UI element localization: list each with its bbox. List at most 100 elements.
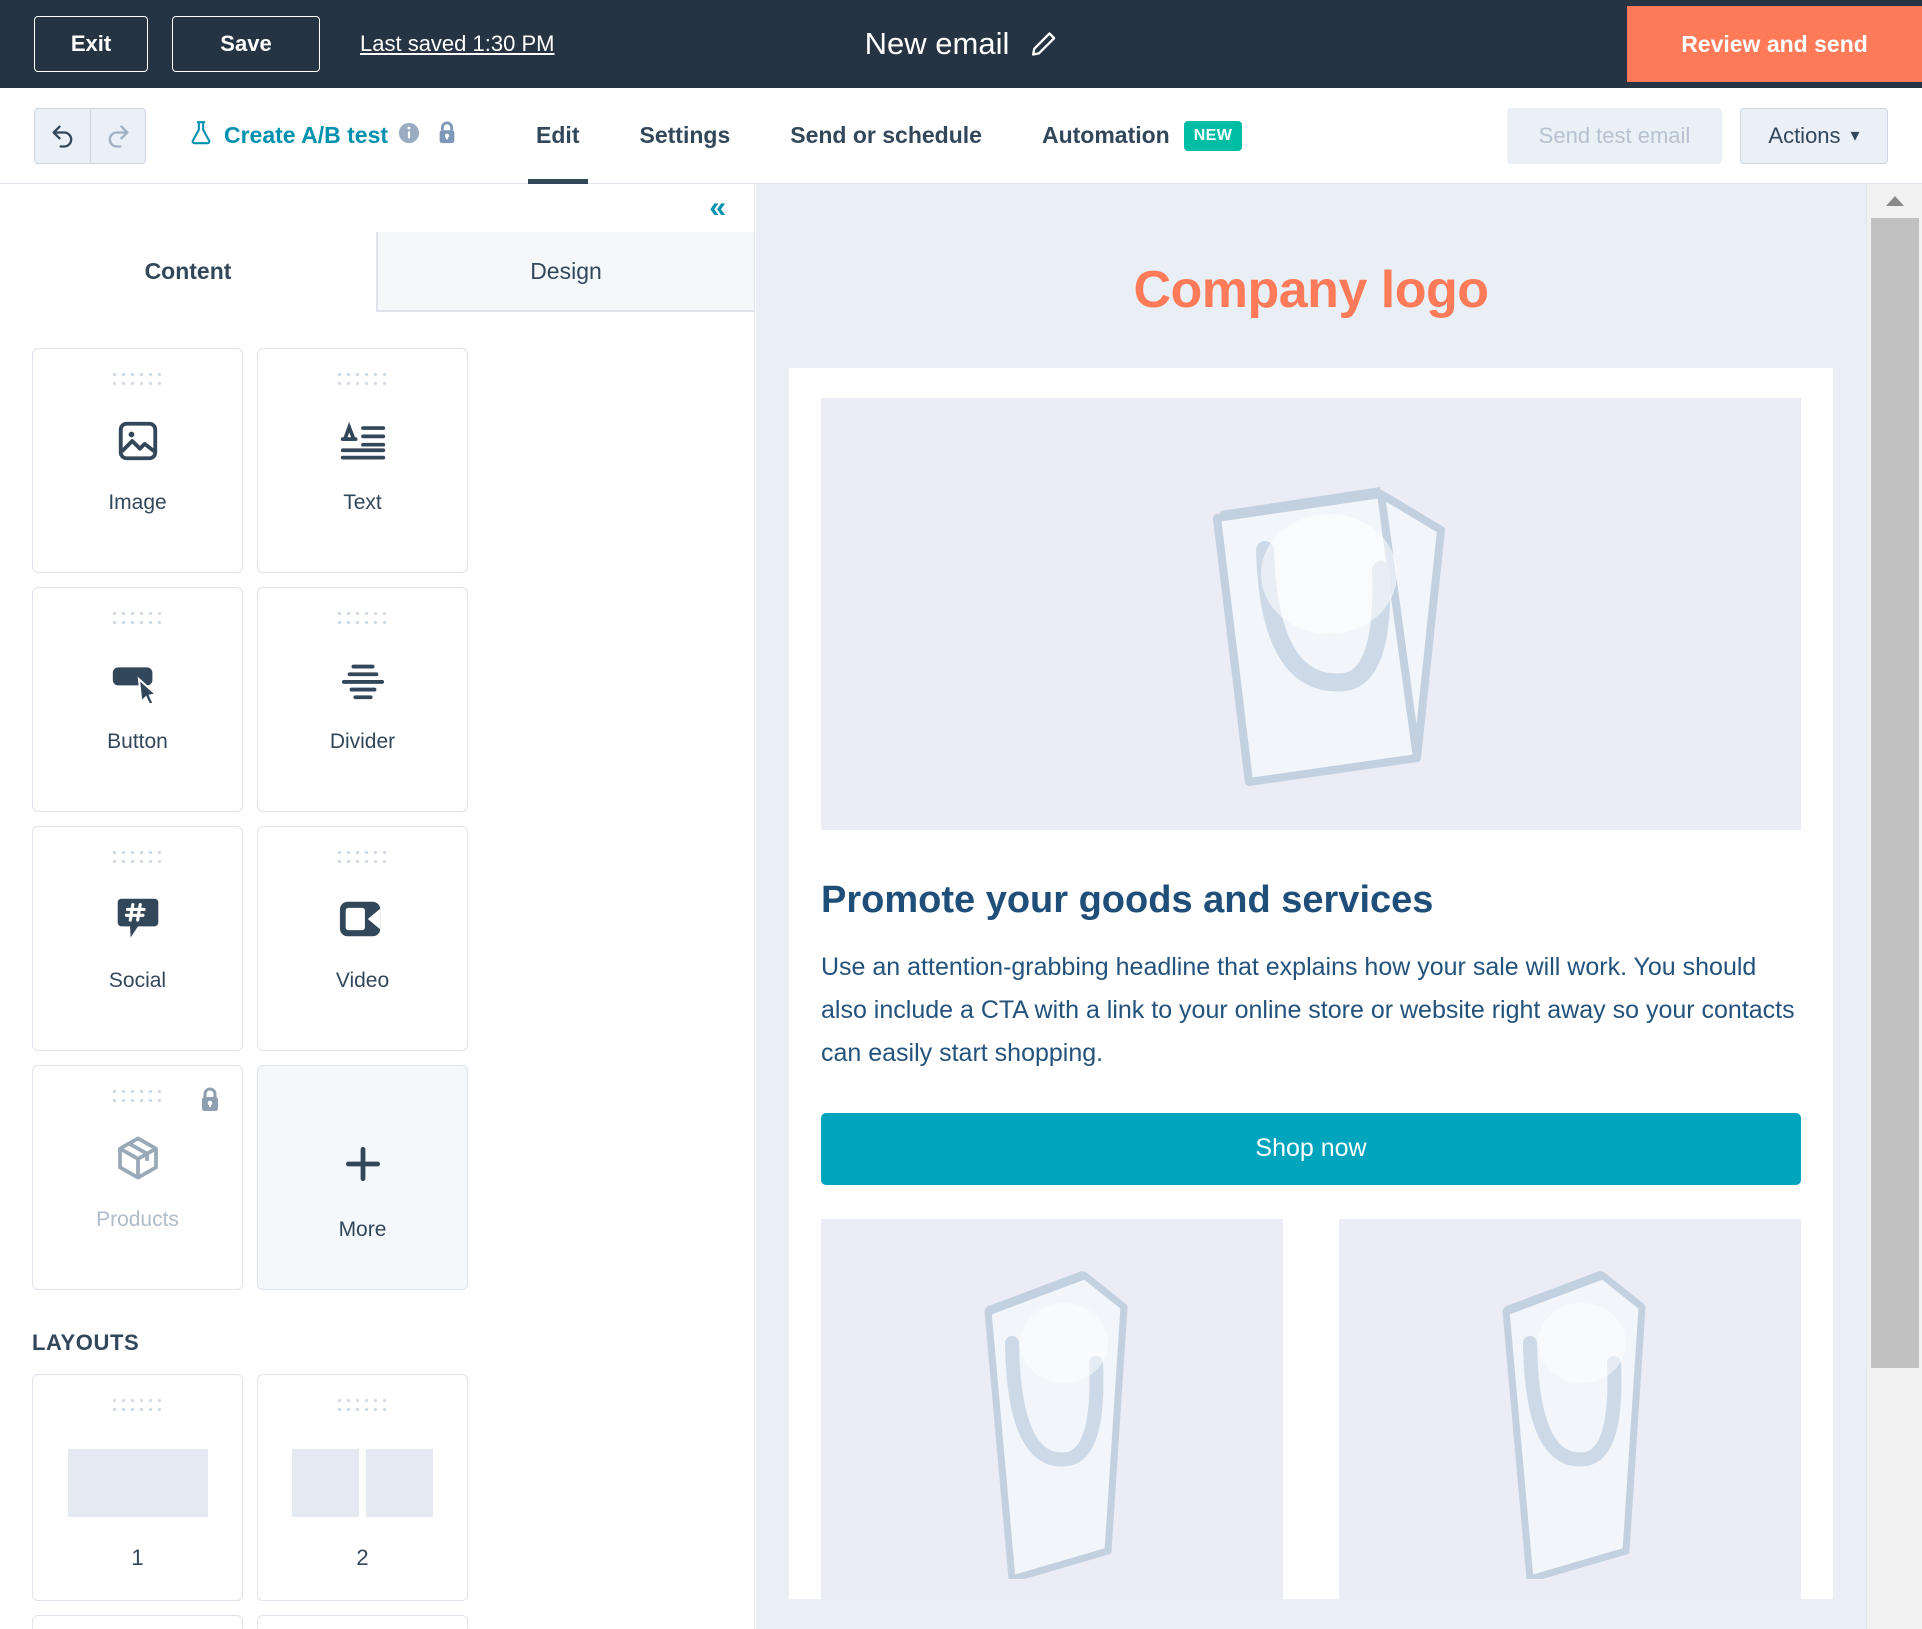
layout-tile-1[interactable]: 1 — [32, 1374, 243, 1601]
module-label: More — [338, 1218, 387, 1241]
shop-now-cta-button[interactable]: Shop now — [821, 1112, 1801, 1185]
create-ab-test-link[interactable]: Create A/B test — [188, 119, 458, 153]
shopping-bag-icon — [1502, 1270, 1646, 1579]
scroll-up-arrow-icon[interactable] — [1867, 184, 1922, 218]
review-and-send-button[interactable]: Review and send — [1627, 6, 1922, 82]
email-heading[interactable]: Promote your goods and services — [821, 878, 1801, 924]
tab-automation-label: Automation — [1041, 122, 1170, 148]
canvas-scrollbar[interactable] — [1866, 184, 1922, 1629]
sidebar-tabs: Content Design — [0, 232, 754, 312]
undo-icon[interactable] — [35, 108, 90, 163]
tab-settings[interactable]: Settings — [610, 88, 761, 184]
drag-handle-icon[interactable] — [337, 373, 388, 387]
layouts-heading: LAYOUTS — [32, 1330, 140, 1355]
drag-handle-icon[interactable] — [337, 851, 388, 865]
layout-preview — [292, 1447, 433, 1519]
module-tile-button[interactable]: Button — [32, 587, 243, 812]
tab-content[interactable]: Content — [0, 232, 377, 312]
email-logo-band[interactable]: Company logo — [756, 184, 1866, 368]
info-icon[interactable] — [398, 122, 420, 150]
shopping-bag-icon — [984, 1270, 1128, 1579]
layout-tile-grid: 1 2 3 1/3 : 2/3 2/3 : 1/3 — [32, 1374, 692, 1629]
module-tile-products[interactable]: Products — [32, 1065, 243, 1290]
layout-label: 1 — [131, 1545, 144, 1570]
social-icon — [115, 891, 161, 947]
button-icon — [111, 652, 165, 708]
actions-dropdown-button[interactable]: Actions ▾ — [1740, 107, 1888, 164]
sidebar-collapse-bar: « — [0, 184, 754, 232]
text-icon — [339, 413, 387, 469]
top-bar: Exit Save Last saved 1:30 PM New email R… — [0, 0, 1922, 88]
hero-image-placeholder[interactable] — [821, 398, 1801, 830]
flask-icon — [188, 119, 214, 153]
editor-tabs: Edit Settings Send or schedule Automatio… — [506, 88, 1272, 184]
tab-edit-label: Edit — [536, 122, 580, 148]
module-tile-text[interactable]: Text — [257, 348, 468, 573]
tab-send-or-schedule-label: Send or schedule — [790, 122, 982, 148]
drag-handle-icon[interactable] — [112, 373, 163, 387]
send-test-email-button[interactable]: Send test email — [1507, 107, 1722, 164]
last-saved-label[interactable]: Last saved 1:30 PM — [360, 31, 554, 57]
image-icon — [115, 413, 161, 469]
plus-icon — [341, 1136, 385, 1192]
drag-handle-icon[interactable] — [112, 612, 163, 626]
video-icon — [338, 891, 388, 947]
nav-right-actions: Send test email Actions ▾ — [1507, 107, 1888, 164]
company-logo-text: Company logo — [1133, 261, 1489, 319]
gallery-image-2[interactable] — [1339, 1218, 1801, 1599]
module-label: Video — [335, 969, 390, 992]
left-sidebar: « Content Design Image Text Button Divid… — [0, 184, 755, 1629]
chevron-double-left-icon[interactable]: « — [709, 193, 726, 223]
sidebar-content: Image Text Button Divider Social Video P… — [0, 312, 754, 1629]
email-preview-canvas[interactable]: Company logo Promote your goods and serv… — [756, 184, 1866, 1629]
email-body: Company logo Promote your goods and serv… — [756, 184, 1866, 1599]
layout-preview — [67, 1447, 208, 1519]
module-label: Button — [107, 730, 168, 753]
lock-icon — [198, 1086, 222, 1119]
chevron-down-icon: ▾ — [1850, 125, 1860, 145]
module-label: Products — [96, 1208, 179, 1231]
email-image-gallery — [821, 1218, 1801, 1599]
tab-settings-label: Settings — [639, 122, 731, 148]
tab-automation[interactable]: Automation NEW — [1012, 88, 1272, 184]
module-label: Social — [108, 969, 167, 992]
drag-handle-icon[interactable] — [337, 612, 388, 626]
drag-handle-icon[interactable] — [112, 851, 163, 865]
module-tile-image[interactable]: Image — [32, 348, 243, 573]
exit-button[interactable]: Exit — [34, 16, 148, 72]
divider-icon — [340, 652, 386, 708]
email-content-card: Promote your goods and services Use an a… — [789, 368, 1833, 1599]
module-tile-divider[interactable]: Divider — [257, 587, 468, 812]
email-title-group: New email — [865, 26, 1058, 62]
page-title: New email — [864, 26, 1010, 61]
drag-handle-icon[interactable] — [337, 1399, 388, 1413]
drag-handle-icon — [112, 1090, 163, 1104]
module-tile-video[interactable]: Video — [257, 826, 468, 1051]
redo-icon[interactable] — [90, 108, 145, 163]
tab-edit[interactable]: Edit — [506, 88, 609, 184]
shopping-bag-icon — [1213, 487, 1445, 786]
layout-tile-1-3-2-3[interactable]: 1/3 : 2/3 — [257, 1615, 468, 1629]
lock-icon — [436, 120, 458, 152]
scrollbar-thumb[interactable] — [1871, 218, 1919, 1368]
editor-nav-bar: Create A/B test Edit Settings Send or sc… — [0, 88, 1922, 184]
new-badge: NEW — [1183, 120, 1243, 151]
box-icon — [114, 1130, 162, 1186]
tab-design[interactable]: Design — [377, 232, 754, 311]
tab-design-label: Design — [530, 257, 602, 284]
module-label: Divider — [329, 730, 396, 753]
module-label: Text — [343, 491, 382, 514]
pencil-icon[interactable] — [1029, 30, 1057, 58]
tab-content-label: Content — [144, 258, 232, 284]
gallery-image-1[interactable] — [821, 1218, 1283, 1599]
save-button[interactable]: Save — [172, 16, 320, 72]
module-tile-more[interactable]: More — [257, 1065, 468, 1290]
layout-tile-2[interactable]: 2 — [257, 1374, 468, 1601]
tab-send-or-schedule[interactable]: Send or schedule — [760, 88, 1012, 184]
layout-tile-3[interactable]: 3 — [32, 1615, 243, 1629]
email-body-text[interactable]: Use an attention-grabbing headline that … — [821, 946, 1801, 1075]
canvas-right-gutter — [1856, 184, 1866, 1629]
module-tile-social[interactable]: Social — [32, 826, 243, 1051]
undo-redo-group — [34, 107, 146, 164]
drag-handle-icon[interactable] — [112, 1399, 163, 1413]
